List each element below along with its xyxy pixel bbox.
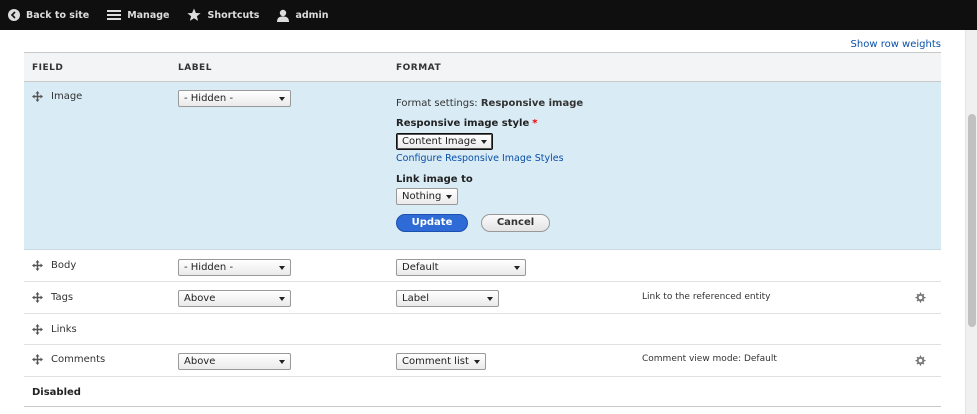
header-field: FIELD (32, 63, 64, 73)
disabled-region-header: Disabled (24, 377, 941, 407)
user-label: admin (295, 9, 329, 21)
field-name-body: Body (51, 260, 77, 271)
table-row-body: Body - Hidden - Default (24, 250, 941, 282)
body-label-value: - Hidden - (184, 262, 234, 273)
chevron-down-icon (481, 140, 487, 144)
comments-label-select[interactable]: Above (178, 353, 291, 370)
hamburger-icon (107, 10, 122, 20)
comments-label-value: Above (184, 356, 216, 367)
body-label-select[interactable]: - Hidden - (178, 259, 291, 276)
field-name-comments: Comments (51, 354, 106, 365)
table-row-image: Image - Hidden - Format settings: Respon… (24, 82, 941, 250)
header-format: FORMAT (396, 63, 442, 73)
scrollbar-thumb[interactable] (968, 114, 976, 327)
back-to-site-label: Back to site (26, 9, 90, 21)
chevron-down-icon (514, 266, 520, 270)
drag-handle-icon[interactable] (32, 91, 43, 102)
field-name-image: Image (51, 91, 83, 102)
tags-label-select[interactable]: Above (178, 290, 291, 307)
drag-handle-icon[interactable] (32, 324, 43, 335)
drag-handle-icon[interactable] (32, 292, 43, 303)
body-format-value: Default (402, 262, 439, 273)
back-to-site-link[interactable]: Back to site (8, 0, 89, 30)
show-row-weights-link[interactable]: Show row weights (851, 39, 941, 50)
comments-format-summary: Comment view mode: Default (642, 354, 777, 364)
user-menu[interactable]: admin (277, 0, 329, 30)
format-settings-prefix: Format settings: (396, 98, 478, 109)
field-display-table: FIELD LABEL FORMAT Image - Hidden - Form… (24, 52, 941, 407)
configure-responsive-styles-link[interactable]: Configure Responsive Image Styles (396, 153, 564, 164)
shortcuts-label: Shortcuts (207, 9, 260, 21)
field-name-tags: Tags (51, 292, 74, 303)
chevron-down-icon (279, 360, 285, 364)
body-format-select[interactable]: Default (396, 259, 526, 276)
comments-format-value: Comment list (402, 356, 469, 367)
back-arrow-icon (8, 9, 20, 21)
tags-format-summary: Link to the referenced entity (642, 292, 771, 302)
chevron-down-icon (279, 297, 285, 301)
tags-format-value: Label (402, 293, 429, 304)
cancel-button[interactable]: Cancel (481, 214, 550, 232)
user-icon (277, 9, 290, 22)
table-header: FIELD LABEL FORMAT (24, 52, 941, 82)
tags-label-value: Above (184, 293, 216, 304)
image-label-value: - Hidden - (184, 93, 234, 104)
chevron-down-icon (474, 360, 480, 364)
link-image-to-select[interactable]: Nothing (396, 188, 458, 205)
manage-label: Manage (127, 9, 170, 21)
format-settings-title: Format settings: Responsive image (396, 98, 583, 109)
header-label: LABEL (178, 63, 212, 73)
format-settings-name: Responsive image (480, 98, 584, 109)
responsive-style-label-text: Responsive image style (396, 118, 530, 129)
gear-icon[interactable] (914, 292, 926, 304)
shortcuts-menu[interactable]: Shortcuts (187, 0, 259, 30)
responsive-style-value: Content Image (402, 136, 477, 147)
responsive-style-select[interactable]: Content Image (396, 133, 493, 150)
field-name-links: Links (51, 324, 77, 335)
chevron-down-icon (279, 266, 285, 270)
required-marker: * (532, 118, 538, 129)
tags-format-select[interactable]: Label (396, 290, 499, 307)
star-icon (187, 8, 202, 21)
chevron-down-icon (487, 297, 493, 301)
image-label-select[interactable]: - Hidden - (178, 90, 291, 107)
chevron-down-icon (279, 97, 285, 101)
update-button[interactable]: Update (396, 214, 468, 232)
comments-format-select[interactable]: Comment list (396, 353, 486, 370)
gear-icon[interactable] (914, 355, 926, 367)
responsive-style-label: Responsive image style * (396, 118, 537, 129)
table-row-comments: Comments Above Comment list Comment view… (24, 345, 941, 377)
drag-handle-icon[interactable] (32, 354, 43, 365)
chevron-down-icon (446, 195, 452, 199)
table-row-links: Links (24, 314, 941, 345)
disabled-label: Disabled (32, 387, 81, 398)
link-image-to-value: Nothing (402, 191, 442, 202)
vertical-scrollbar[interactable] (965, 30, 977, 414)
table-row-tags: Tags Above Label Link to the referenced … (24, 282, 941, 314)
admin-toolbar: Back to site Manage Shortcuts admin (0, 0, 977, 30)
manage-menu[interactable]: Manage (107, 0, 169, 30)
drag-handle-icon[interactable] (32, 260, 43, 271)
link-image-to-label: Link image to (396, 174, 473, 185)
